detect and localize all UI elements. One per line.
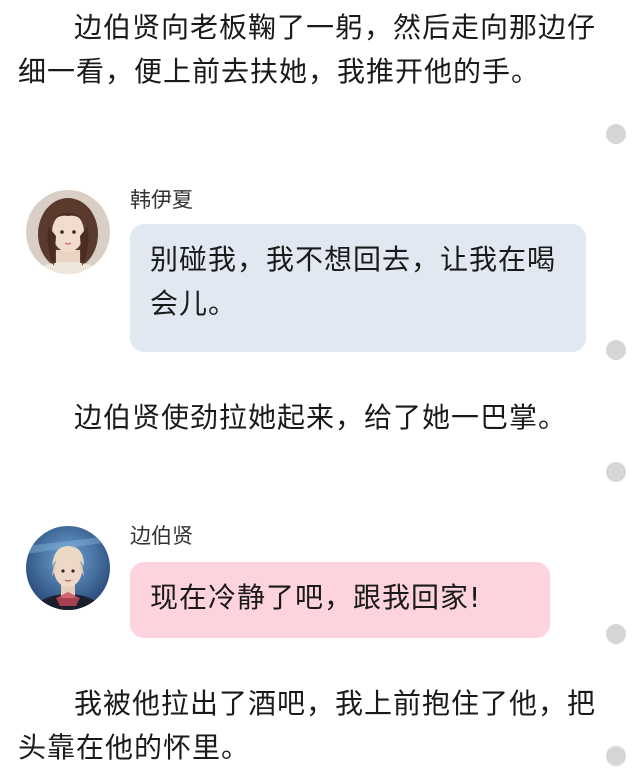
speaker-name: 边伯贤 — [130, 524, 193, 548]
speaker-name: 韩伊夏 — [130, 188, 193, 212]
comment-dot-icon[interactable] — [606, 462, 626, 482]
narration-paragraph-1: 边伯贤向老板鞠了一躬，然后走向那边仔细一看，便上前去扶她，我推开他的手。 — [18, 11, 597, 88]
avatar-boy-icon[interactable] — [26, 526, 110, 610]
chat-bubble: 别碰我，我不想回去，让我在喝会儿。 — [130, 224, 586, 352]
comment-dot-icon[interactable] — [606, 624, 626, 644]
comment-dot-icon[interactable] — [606, 124, 626, 144]
comment-dot-icon[interactable] — [606, 746, 626, 766]
narration-paragraph-3: 我被他拉出了酒吧，我上前抱住了他，把头靠在他的怀里。 — [18, 687, 597, 764]
narration-paragraph-2: 边伯贤使劲拉她起来，给了她一巴掌。 — [74, 401, 568, 434]
avatar-girl-icon[interactable] — [26, 190, 110, 274]
comment-dot-icon[interactable] — [606, 340, 626, 360]
chat-bubble: 现在冷静了吧，跟我回家! — [130, 562, 550, 638]
